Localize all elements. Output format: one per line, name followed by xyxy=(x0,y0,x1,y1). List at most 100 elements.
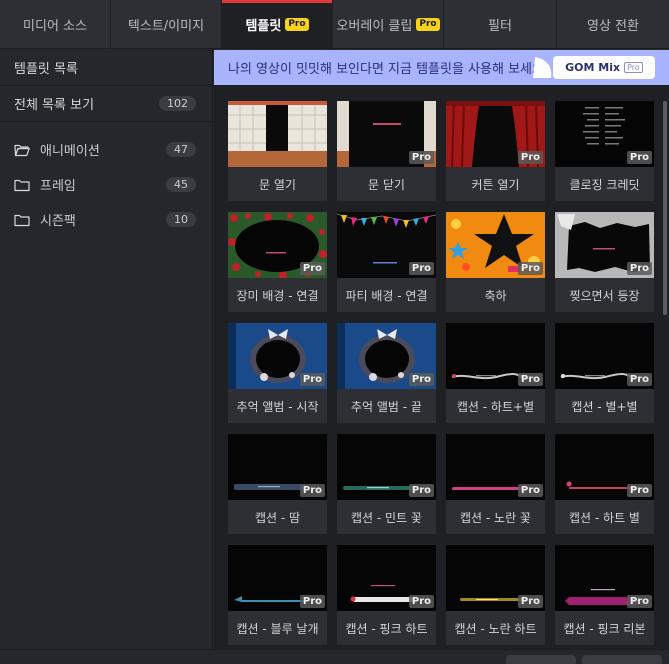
sidebar-title: 템플릿 목록 xyxy=(0,50,212,86)
template-thumbnail: Pro xyxy=(446,434,545,500)
tab-label: 영상 전환 xyxy=(587,19,639,34)
template-thumbnail: Pro xyxy=(446,323,545,389)
template-name: 캡션 - 민트 꽃 xyxy=(351,510,422,525)
template-card[interactable]: Pro 캡션 - 땀 xyxy=(228,434,327,534)
template-name: 캡션 - 별+별 xyxy=(571,399,638,414)
category-item-frame[interactable]: 프레임 45 xyxy=(0,167,212,202)
template-card[interactable]: Pro 파티 배경 - 연결 xyxy=(337,212,436,312)
pro-badge: Pro xyxy=(626,262,652,275)
template-thumbnail: Pro xyxy=(337,101,436,167)
promo-banner[interactable]: 나의 영상이 밋밋해 보인다면 지금 템플릿을 사용해 보세요. GOM Mix… xyxy=(214,50,669,85)
template-panel: 나의 영상이 밋밋해 보인다면 지금 템플릿을 사용해 보세요. GOM Mix… xyxy=(214,50,669,649)
template-card[interactable]: Pro 캡션 - 노란 하트 xyxy=(446,545,545,645)
pro-badge: Pro xyxy=(517,151,543,164)
tab-transition[interactable]: 영상 전환 xyxy=(557,0,669,49)
view-all-item[interactable]: 전체 목록 보기 102 xyxy=(0,86,212,122)
template-card[interactable]: Pro 캡션 - 핑크 하트 xyxy=(337,545,436,645)
template-name: 커튼 열기 xyxy=(471,177,520,192)
tab-text-image[interactable]: 텍스트/이미지 xyxy=(111,0,222,49)
template-card[interactable]: Pro 커튼 열기 xyxy=(446,101,545,201)
template-card[interactable]: Pro 캡션 - 하트+별 xyxy=(446,323,545,423)
pro-badge: Pro xyxy=(299,484,325,497)
folder-icon xyxy=(14,179,30,191)
pro-badge: Pro xyxy=(626,373,652,386)
template-name: 장미 배경 - 연결 xyxy=(236,288,319,303)
template-card[interactable]: Pro 장미 배경 - 연결 xyxy=(228,212,327,312)
pro-badge: Pro xyxy=(299,373,325,386)
category-item-season-pack[interactable]: 시즌팩 10 xyxy=(0,202,212,237)
pro-badge: Pro xyxy=(408,484,434,497)
banner-text: 나의 영상이 밋밋해 보인다면 지금 템플릿을 사용해 보세요. xyxy=(228,62,549,77)
template-card[interactable]: Pro 클로징 크레딧 xyxy=(555,101,654,201)
tab-label: 템플릿 xyxy=(245,19,282,34)
pro-badge: Pro xyxy=(408,151,434,164)
count-badge: 10 xyxy=(166,212,196,227)
footer-button[interactable] xyxy=(582,655,662,664)
template-name: 문 닫기 xyxy=(368,177,405,192)
category-label: 시즌팩 xyxy=(40,214,76,229)
count-badge: 45 xyxy=(166,177,196,192)
category-label: 프레임 xyxy=(40,179,76,194)
view-all-label: 전체 목록 보기 xyxy=(14,98,95,113)
template-name: 캡션 - 핑크 리본 xyxy=(563,621,646,636)
template-name: 축하 xyxy=(484,288,507,303)
template-name: 캡션 - 하트 별 xyxy=(569,510,640,525)
count-badge: 102 xyxy=(159,96,196,111)
footer-button[interactable] xyxy=(506,655,576,664)
pro-badge: Pro xyxy=(408,373,434,386)
template-grid: 문 열기 Pro 문 닫기 Pro 커튼 열기 Pro 클로징 크레딧 Pro … xyxy=(228,101,654,645)
template-card[interactable]: Pro 추억 앨범 - 끝 xyxy=(337,323,436,423)
template-card[interactable]: Pro 캡션 - 하트 별 xyxy=(555,434,654,534)
tab-label: 필터 xyxy=(488,19,512,34)
template-thumbnail: Pro xyxy=(446,101,545,167)
template-card[interactable]: Pro 찢으면서 등장 xyxy=(555,212,654,312)
pro-badge: Pro xyxy=(626,151,652,164)
tab-media-source[interactable]: 미디어 소스 xyxy=(0,0,111,49)
template-thumbnail: Pro xyxy=(555,323,654,389)
pro-badge: Pro xyxy=(626,595,652,608)
door-open-thumbnail xyxy=(228,101,327,167)
template-card[interactable]: Pro 캡션 - 핑크 리본 xyxy=(555,545,654,645)
template-thumbnail: Pro xyxy=(228,434,327,500)
category-item-animation[interactable]: 애니메이션 47 xyxy=(0,132,212,167)
template-card[interactable]: 문 열기 xyxy=(228,101,327,201)
template-name: 캡션 - 하트+별 xyxy=(456,399,535,414)
tab-overlay-clip[interactable]: 오버레이 클립 Pro xyxy=(333,0,444,49)
gom-mix-pro-button[interactable]: GOM Mix Pro xyxy=(553,56,655,79)
tab-label: 텍스트/이미지 xyxy=(127,19,205,34)
tab-label: 미디어 소스 xyxy=(23,19,87,34)
template-name: 캡션 - 노란 하트 xyxy=(454,621,537,636)
folder-icon xyxy=(14,214,30,226)
template-name: 캡션 - 핑크 하트 xyxy=(345,621,428,636)
template-name: 클로징 크레딧 xyxy=(569,177,640,192)
template-card[interactable]: Pro 캡션 - 블루 날개 xyxy=(228,545,327,645)
template-card[interactable]: Pro 캡션 - 노란 꽃 xyxy=(446,434,545,534)
template-card[interactable]: Pro 캡션 - 별+별 xyxy=(555,323,654,423)
template-thumbnail: Pro xyxy=(446,212,545,278)
pro-badge: Pro xyxy=(408,595,434,608)
pro-badge: Pro xyxy=(416,18,440,31)
pro-badge: Pro xyxy=(626,484,652,497)
template-card[interactable]: Pro 축하 xyxy=(446,212,545,312)
template-card[interactable]: Pro 추억 앨범 - 시작 xyxy=(228,323,327,423)
tab-templates[interactable]: 템플릿 Pro xyxy=(222,0,333,49)
pro-badge: Pro xyxy=(517,484,543,497)
template-card[interactable]: Pro 문 닫기 xyxy=(337,101,436,201)
template-thumbnail: Pro xyxy=(555,545,654,611)
template-thumbnail: Pro xyxy=(555,101,654,167)
pro-badge: Pro xyxy=(517,595,543,608)
tab-filter[interactable]: 필터 xyxy=(444,0,557,49)
pro-badge: Pro xyxy=(517,373,543,386)
template-thumbnail: Pro xyxy=(337,212,436,278)
template-name: 캡션 - 노란 꽃 xyxy=(460,510,531,525)
template-card[interactable]: Pro 캡션 - 민트 꽃 xyxy=(337,434,436,534)
template-thumbnail: Pro xyxy=(337,545,436,611)
pro-badge: Pro xyxy=(285,18,309,31)
template-thumbnail: Pro xyxy=(337,434,436,500)
template-thumbnail: Pro xyxy=(555,434,654,500)
template-name: 캡션 - 블루 날개 xyxy=(236,621,319,636)
template-name: 문 열기 xyxy=(259,177,296,192)
pro-badge: Pro xyxy=(517,262,543,275)
vertical-scrollbar[interactable] xyxy=(663,101,667,315)
template-thumbnail: Pro xyxy=(228,212,327,278)
